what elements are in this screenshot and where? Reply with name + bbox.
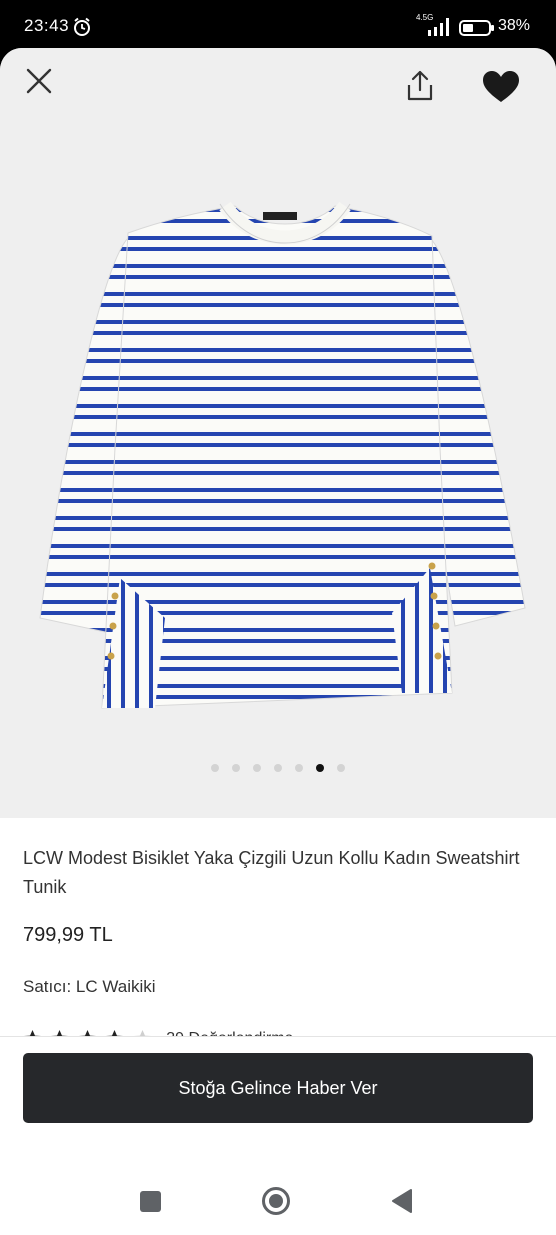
recent-apps-icon[interactable] <box>140 1191 161 1212</box>
home-icon[interactable] <box>261 1186 291 1216</box>
product-sheet: LCW Modest Bisiklet Yaka Çizgili Uzun Ko… <box>0 48 556 1235</box>
signal-strength-icon <box>428 18 449 36</box>
seller-name-link[interactable]: LC Waikiki <box>76 977 156 996</box>
gallery-pagination <box>0 764 556 774</box>
gallery-dot[interactable] <box>253 764 261 772</box>
share-icon[interactable] <box>402 68 438 104</box>
product-photo-striped-tunic[interactable] <box>20 148 540 728</box>
status-bar: 23:43 4.5G 38% <box>0 0 556 50</box>
bottom-action-panel: Stoğa Gelince Haber Ver <box>0 1036 556 1235</box>
gallery-dot[interactable] <box>274 764 282 772</box>
gallery-dot[interactable] <box>337 764 345 772</box>
product-price: 799,99 TL <box>23 924 113 946</box>
close-icon[interactable] <box>22 64 56 98</box>
seller-label: Satıcı: <box>23 977 72 996</box>
heart-icon[interactable] <box>482 70 520 104</box>
alarm-clock-icon <box>74 17 90 36</box>
battery-icon <box>459 20 494 36</box>
status-time: 23:43 <box>24 16 70 35</box>
notify-when-in-stock-button[interactable]: Stoğa Gelince Haber Ver <box>23 1053 533 1123</box>
gallery-dot[interactable] <box>211 764 219 772</box>
battery-percentage: 38% <box>498 17 531 34</box>
product-title: LCW Modest Bisiklet Yaka Çizgili Uzun Ko… <box>23 848 520 897</box>
seller-line: Satıcı: LC Waikiki <box>23 977 156 997</box>
gallery-dot[interactable] <box>232 764 240 772</box>
back-icon[interactable] <box>390 1188 414 1214</box>
gallery-dot-active[interactable] <box>316 764 324 772</box>
gallery-dot[interactable] <box>295 764 303 772</box>
product-gallery[interactable] <box>0 48 556 818</box>
